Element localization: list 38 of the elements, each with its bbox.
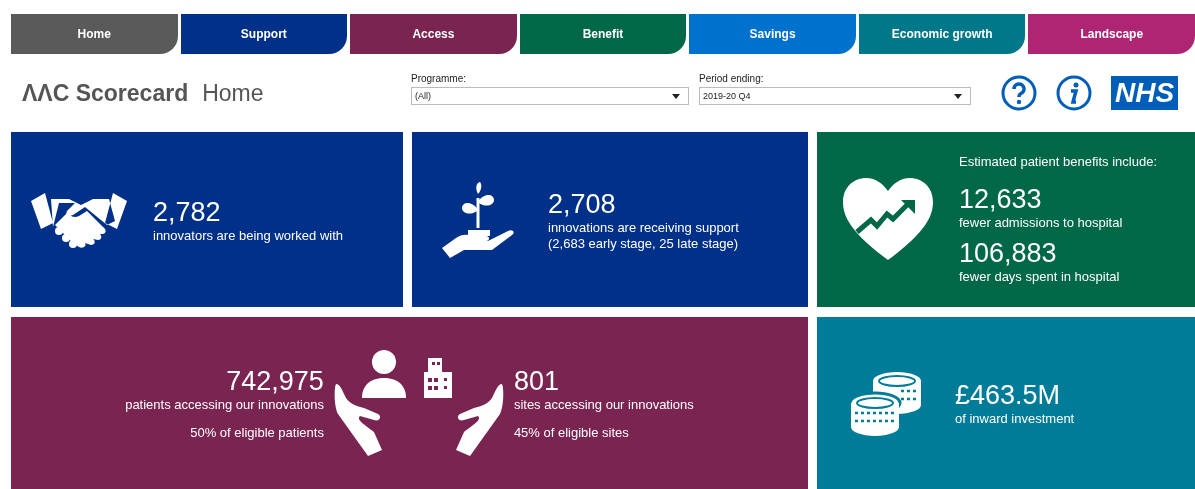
stat-share: 45% of eligible sites: [513, 425, 630, 441]
hands-person-building-icon: [333, 348, 504, 458]
stat-caption: innovators are being worked with: [153, 227, 344, 244]
caret-icon: [672, 93, 680, 99]
stat-caption: fewer days spent in hospital: [959, 269, 1121, 285]
nav-tab[interactable]: Landscape: [1028, 14, 1195, 54]
caret-icon: [954, 93, 962, 99]
stat-caption: innovations are receiving support: [548, 219, 739, 236]
nav-tab[interactable]: Home: [11, 14, 178, 54]
nav-tab[interactable]: Savings: [689, 14, 856, 54]
stat-value: 801: [513, 365, 560, 397]
filter-dropdown[interactable]: 2019-20 Q4: [699, 87, 971, 105]
nav-tab[interactable]: Support: [180, 14, 348, 54]
stat-share: 50% of eligible patients: [190, 425, 324, 441]
stat-caption: patients accessing our innovations: [125, 397, 324, 413]
nav-tab[interactable]: Access: [350, 14, 517, 54]
help-icon[interactable]: [1001, 75, 1037, 111]
nhs-logo: NHS: [1111, 76, 1179, 110]
stat-value: 742,975: [226, 365, 324, 397]
stat-caption: sites accessing our innovations: [513, 397, 694, 413]
stat-value: 2,708: [548, 187, 617, 220]
page-title: Home: [202, 79, 264, 107]
filter-dropdown[interactable]: (All): [411, 87, 689, 105]
benefits-heading: Estimated patient benefits include:: [959, 154, 1157, 169]
filter-label: Period ending:: [699, 73, 765, 84]
nav-tab[interactable]: Economic growth: [858, 14, 1026, 54]
heart-chart-icon: [843, 177, 933, 262]
stat-value: 2,782: [153, 195, 222, 228]
stat-caption: of inward investment: [955, 411, 1075, 427]
app-logo: ΛΛC Scorecard: [22, 79, 189, 107]
stat-value: £463.5M: [955, 379, 1062, 411]
nav-tab[interactable]: Benefit: [519, 14, 687, 54]
filter-label: Programme:: [411, 73, 467, 84]
stat-value: 106,883: [959, 237, 1058, 269]
stat-value: 12,633: [959, 183, 1043, 215]
info-icon[interactable]: [1056, 75, 1092, 111]
stat-caption: fewer admissions to hospital: [959, 215, 1124, 231]
stat-caption: (2,683 early stage, 25 late stage): [548, 235, 739, 252]
